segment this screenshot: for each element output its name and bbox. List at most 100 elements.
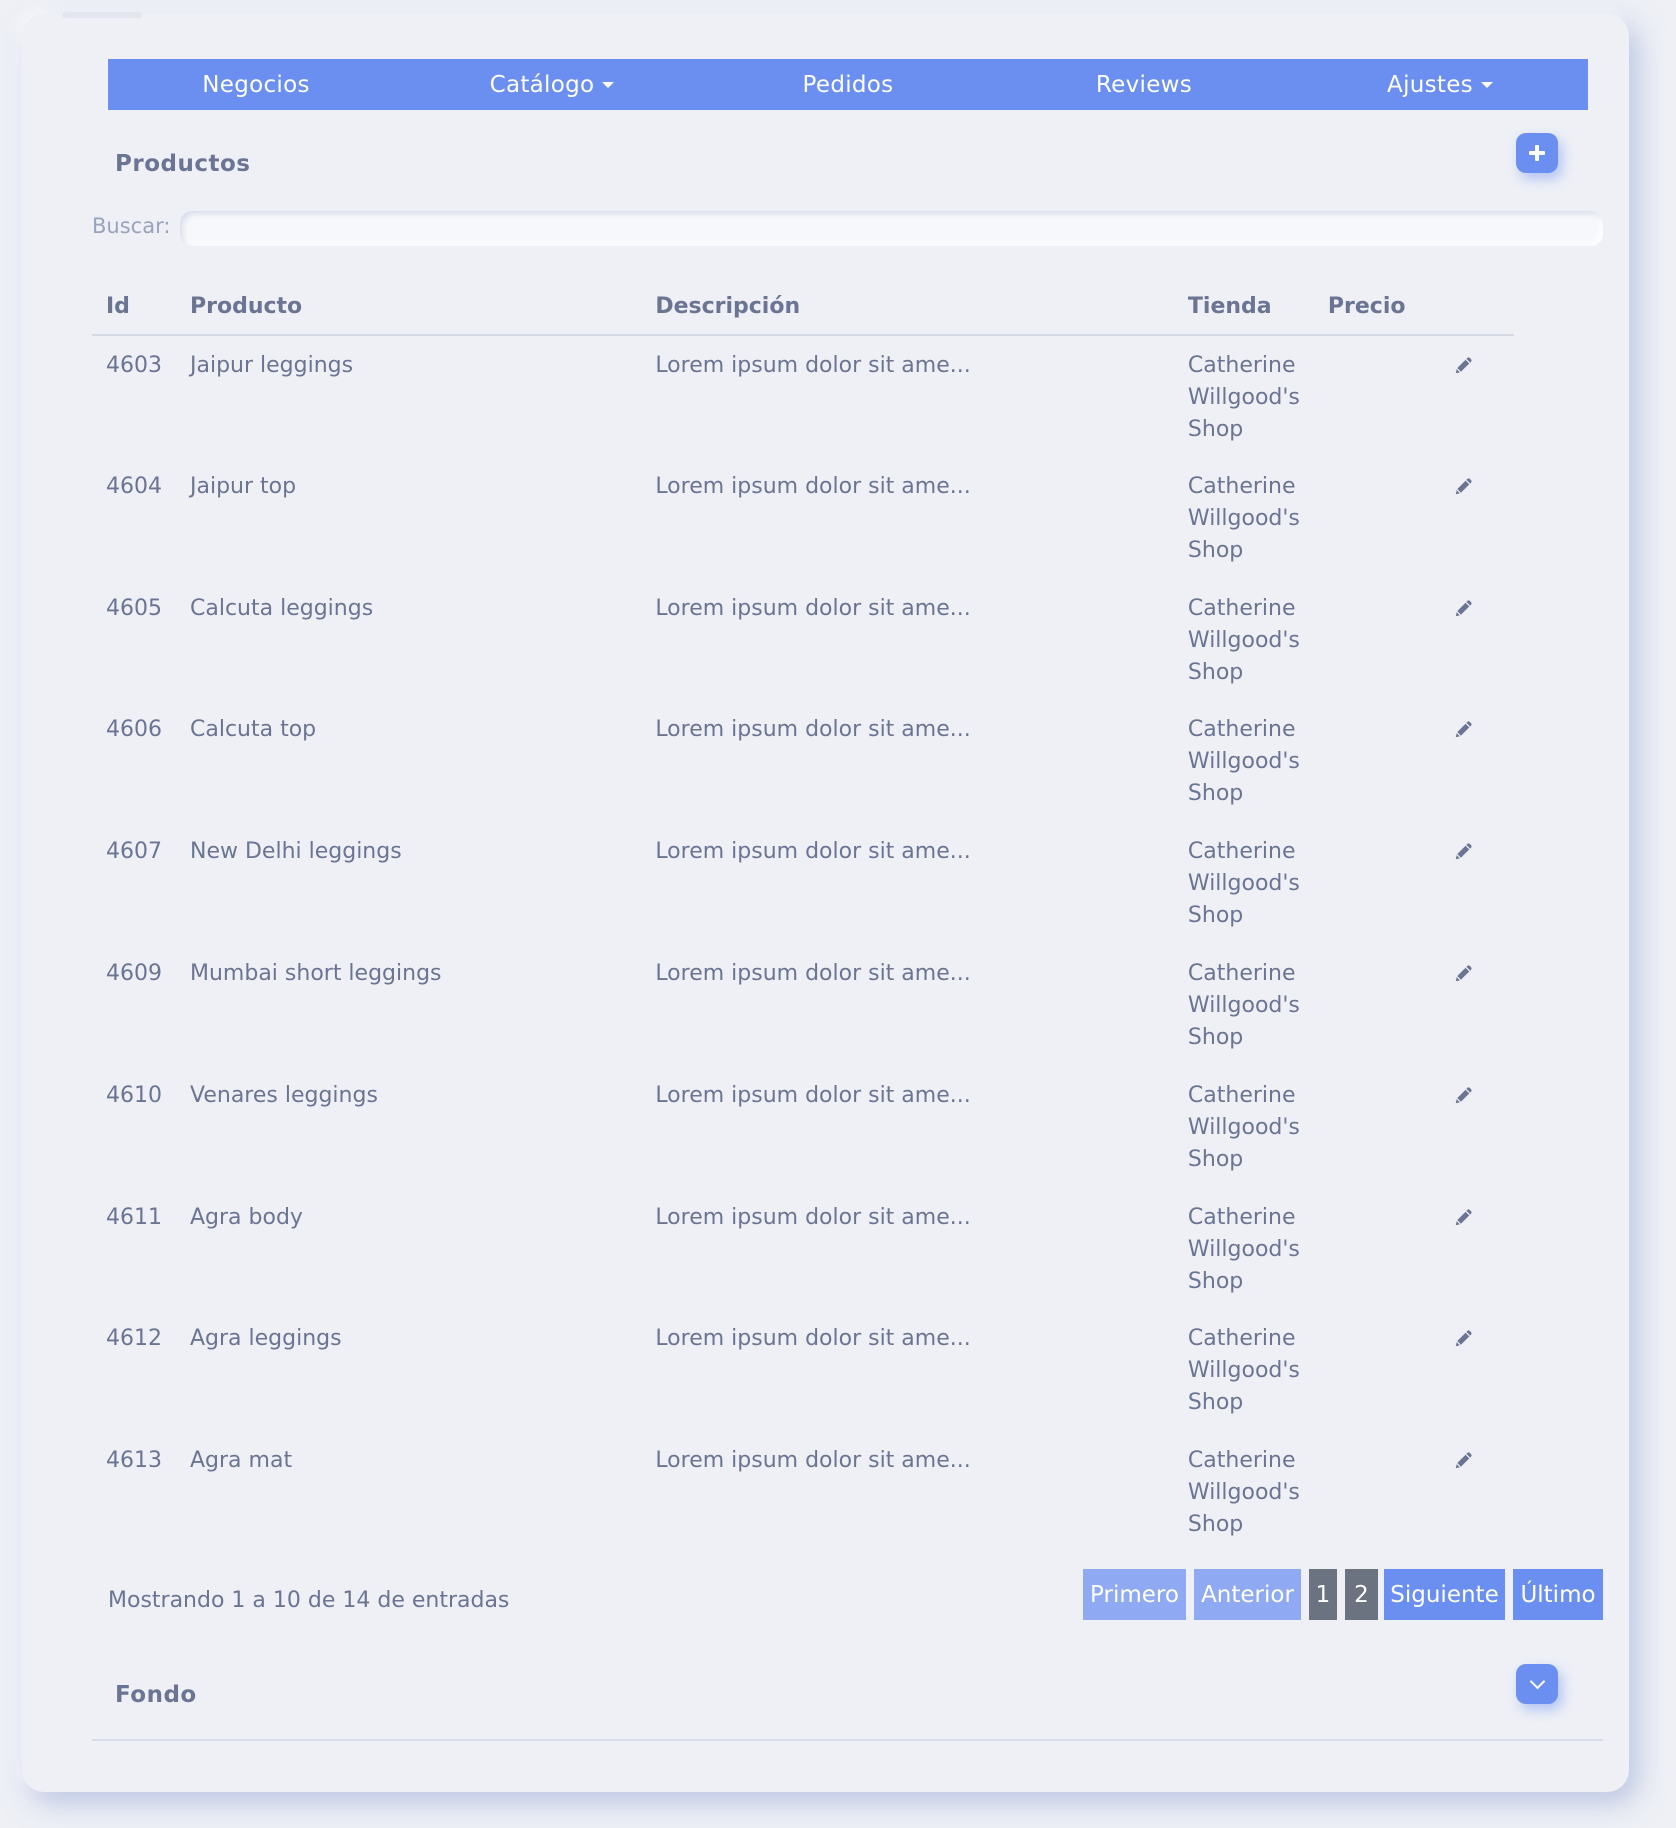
pagination-prev-button[interactable]: Anterior (1194, 1569, 1301, 1620)
nav-item-label: Ajustes (1387, 71, 1473, 98)
pencil-icon[interactable] (1453, 1327, 1475, 1349)
pagination-next-button[interactable]: Siguiente (1384, 1569, 1505, 1620)
cell-product: Agra mat (190, 1448, 293, 1474)
cell-actions (1419, 457, 1514, 579)
pagination-first-button[interactable]: Primero (1083, 1569, 1186, 1620)
pencil-icon[interactable] (1453, 354, 1475, 376)
cell-price (1314, 1431, 1420, 1553)
cell-price (1314, 1066, 1420, 1188)
table-row: 4611 Agra body Lorem ipsum dolor sit ame..… (92, 1188, 1514, 1310)
cell-id: 4613 (106, 1448, 162, 1474)
cell-actions (1419, 944, 1514, 1066)
cell-product: Jaipur leggings (190, 353, 354, 378)
table-row: 4610 Venares leggings Lorem ipsum dolor si… (92, 1066, 1514, 1188)
cell-shop: Catherine Willgood's Shop (1187, 353, 1300, 442)
pencil-icon[interactable] (1453, 1084, 1475, 1106)
cell-id: 4605 (106, 595, 162, 621)
cell-id: 4609 (106, 960, 162, 986)
nav-item-label: Pedidos (802, 71, 894, 98)
cell-product: Mumbai short leggings (190, 960, 442, 986)
table-row: 4604 Jaipur top Lorem ipsum dolor sit ame.… (92, 457, 1514, 579)
nav-item-reviews[interactable]: Reviews (996, 72, 1292, 98)
nav-item-label: Reviews (1095, 71, 1193, 98)
pagination-last-button[interactable]: Último (1513, 1569, 1603, 1620)
cell-id: 4604 (106, 473, 162, 499)
cell-product: Calcuta top (190, 717, 317, 743)
cell-description: Lorem ipsum dolor sit ame... (655, 1204, 971, 1230)
column-header-precio[interactable]: Precio (1313, 279, 1420, 336)
panel-top-edge (62, 12, 142, 18)
cell-shop: Catherine Willgood's Shop (1187, 960, 1300, 1050)
cell-product: Agra leggings (190, 1326, 342, 1352)
cell-product: Venares leggings (190, 1082, 378, 1108)
footer-toggle-button[interactable] (1516, 1664, 1558, 1704)
cell-actions (1419, 335, 1514, 457)
cell-shop: Catherine Willgood's Shop (1187, 717, 1300, 807)
table-row: 4605 Calcuta leggings Lorem ipsum dolor si… (92, 579, 1514, 701)
cell-description: Lorem ipsum dolor sit ame... (655, 473, 971, 499)
add-product-button[interactable] (1516, 133, 1558, 173)
cell-id: 4607 (106, 839, 162, 865)
table-row: 4612 Agra leggings Lorem ipsum dolor sit a… (92, 1309, 1514, 1431)
cell-description: Lorem ipsum dolor sit ame... (655, 1082, 971, 1108)
nav-item-catalogo[interactable]: Catálogo (404, 72, 700, 98)
top-navbar: Negocios Catálogo Pedidos Reviews Ajuste… (108, 59, 1588, 110)
nav-item-label: Negocios (202, 71, 310, 98)
pencil-icon[interactable] (1453, 1449, 1475, 1471)
search-label: Buscar: (92, 214, 171, 238)
caret-down-icon (1480, 82, 1493, 88)
pagination-page-1[interactable]: 1 (1309, 1569, 1337, 1620)
nav-item-label: Catálogo (489, 71, 595, 98)
cell-product: New Delhi leggings (190, 839, 402, 865)
cell-product: Jaipur top (190, 473, 297, 499)
pencil-icon[interactable] (1453, 718, 1475, 740)
main-panel: Negocios Catálogo Pedidos Reviews Ajuste… (22, 12, 1629, 1792)
pencil-icon[interactable] (1453, 962, 1475, 984)
pencil-icon[interactable] (1453, 840, 1475, 862)
cell-shop: Catherine Willgood's Shop (1187, 1204, 1300, 1294)
cell-description: Lorem ipsum dolor sit ame... (655, 717, 971, 743)
pencil-icon[interactable] (1453, 475, 1475, 497)
cell-description: Lorem ipsum dolor sit ame... (655, 960, 971, 986)
cell-shop: Catherine Willgood's Shop (1187, 1082, 1300, 1172)
products-title: Productos (115, 151, 251, 177)
chevron-down-icon (1529, 1673, 1545, 1689)
cell-id: 4606 (106, 717, 162, 743)
nav-item-pedidos[interactable]: Pedidos (700, 72, 996, 98)
table-row: 4603 Jaipur leggings Lorem ipsum dolor sit… (92, 335, 1514, 457)
cell-shop: Catherine Willgood's Shop (1187, 473, 1300, 563)
cell-price (1314, 457, 1420, 579)
cell-actions (1419, 700, 1514, 822)
nav-item-ajustes[interactable]: Ajustes (1292, 72, 1588, 98)
cell-price (1314, 579, 1420, 701)
cell-actions (1419, 579, 1514, 701)
footer-title: Fondo (115, 1682, 197, 1708)
cell-shop: Catherine Willgood's Shop (1187, 839, 1300, 929)
cell-actions (1419, 822, 1514, 944)
cell-description: Lorem ipsum dolor sit ame... (655, 839, 971, 865)
pagination-page-2[interactable]: 2 (1345, 1569, 1378, 1620)
search-input[interactable] (180, 211, 1603, 246)
column-header-producto[interactable]: Producto (176, 279, 642, 336)
cell-description: Lorem ipsum dolor sit ame... (655, 353, 971, 378)
cell-id: 4612 (106, 1326, 162, 1352)
table-row: 4606 Calcuta top Lorem ipsum dolor sit ame… (92, 700, 1514, 822)
table-row: 4613 Agra mat Lorem ipsum dolor sit ame...… (92, 1431, 1514, 1553)
table-row: 4607 New Delhi leggings Lorem ipsum dolor … (92, 822, 1514, 944)
cell-description: Lorem ipsum dolor sit ame... (655, 595, 971, 621)
cell-actions (1419, 1431, 1514, 1553)
cell-shop: Catherine Willgood's Shop (1187, 595, 1300, 685)
cell-shop: Catherine Willgood's Shop (1187, 1326, 1300, 1416)
column-header-descripcion[interactable]: Descripción (641, 279, 1174, 336)
pencil-icon[interactable] (1453, 597, 1475, 619)
caret-down-icon (602, 82, 615, 88)
plus-icon (1529, 145, 1545, 161)
cell-description: Lorem ipsum dolor sit ame... (655, 1448, 971, 1474)
cell-actions (1419, 1066, 1514, 1188)
cell-price (1314, 335, 1420, 457)
column-header-tienda[interactable]: Tienda (1173, 279, 1314, 336)
nav-item-negocios[interactable]: Negocios (108, 72, 404, 98)
pencil-icon[interactable] (1453, 1206, 1475, 1228)
cell-price (1314, 944, 1420, 1066)
column-header-id[interactable]: Id (92, 279, 176, 336)
